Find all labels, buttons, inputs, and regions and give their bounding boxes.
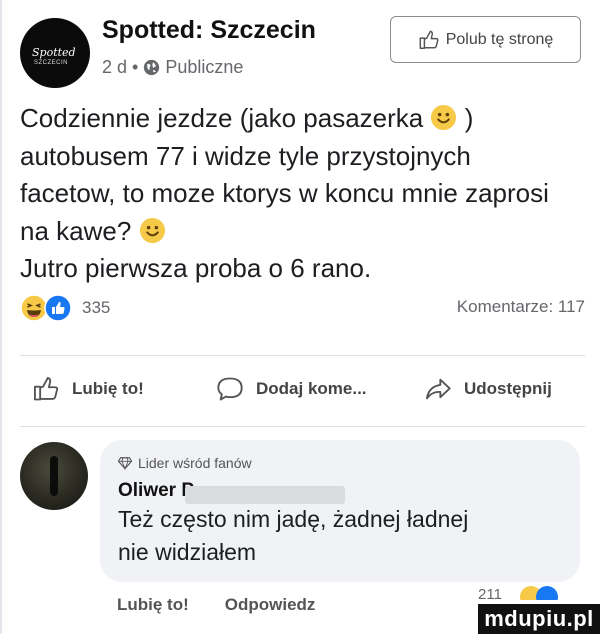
site-watermark: mdupiu.pl (478, 604, 600, 634)
comment-text: Też często nim jadę, żadnej ładnej nie w… (118, 503, 468, 569)
reaction-count: 335 (82, 298, 111, 317)
comment-button[interactable]: Dodaj kome... (216, 375, 367, 403)
action-bar: Lubię to! Dodaj kome... Udostępnij (20, 375, 585, 411)
avatar-logo-sub: SZCZECIN (34, 60, 68, 66)
comment-actions: Lubię to! Odpowiedz (117, 595, 315, 615)
meta-separator: • (132, 57, 139, 77)
post-text: Codziennie jezdze (jako pasazerka ) auto… (20, 100, 585, 288)
comment-reactions[interactable]: 211 (478, 586, 578, 600)
diamond-icon (118, 457, 132, 470)
post-header: Spotted SZCZECIN Spotted: Szczecin 2 d •… (20, 14, 585, 88)
divider (20, 426, 585, 427)
comment-reply-link[interactable]: Odpowiedz (225, 595, 316, 615)
share-label: Udostępnij (464, 379, 552, 398)
comment-like-link[interactable]: Lubię to! (117, 595, 189, 615)
post-audience: Publiczne (165, 57, 244, 77)
thumbs-up-icon (419, 30, 439, 49)
like-reaction-icon (44, 294, 72, 322)
speech-bubble-icon (217, 377, 243, 401)
share-arrow-icon (425, 378, 451, 400)
smile-emoji-icon (431, 104, 457, 131)
reaction-icons (20, 294, 72, 322)
comment-label: Dodaj kome... (256, 379, 367, 398)
avatar-figure (50, 456, 58, 496)
comment-line-2: nie widziałem (118, 539, 257, 565)
like-button[interactable]: Lubię to! (32, 375, 144, 403)
page-name[interactable]: Spotted: Szczecin (102, 16, 316, 45)
comment-author[interactable]: Oliwer Р (118, 480, 194, 502)
like-label: Lubię to! (72, 379, 144, 398)
page-avatar[interactable]: Spotted SZCZECIN (20, 18, 90, 88)
post-line-3: facetow, to moze ktorys w koncu mnie zap… (20, 178, 549, 208)
divider (20, 355, 585, 356)
comment-line-1: Też często nim jadę, żadnej ładnej (118, 506, 469, 532)
post-line-1: Codziennie jezdze (jako pasazerka ) (20, 103, 474, 133)
smile-emoji-icon (139, 217, 165, 243)
author-redaction (185, 486, 345, 504)
post-meta: 2 d • Publiczne (102, 57, 243, 78)
comment-reaction-count: 211 (478, 586, 502, 600)
like-page-label: Polub tę stronę (445, 30, 554, 48)
post-line-4: na kawe? (20, 213, 585, 251)
globe-icon (144, 59, 160, 76)
post-line-2: autobusem 77 i widze tyle przystojnych (20, 140, 471, 171)
avatar-logo-text: Spotted (32, 46, 76, 59)
commenter-avatar[interactable] (20, 442, 88, 510)
comment-count[interactable]: Komentarze: 117 (457, 297, 585, 317)
share-button[interactable]: Udostępnij (424, 375, 552, 403)
post-line-5: Jutro pierwsza proba o 6 rano. (20, 253, 372, 283)
top-fan-label: Lider wśród fanów (138, 455, 252, 471)
left-edge-rule (0, 0, 2, 634)
like-page-button[interactable]: Polub tę stronę (390, 16, 581, 63)
top-fan-badge: Lider wśród fanów (118, 455, 252, 471)
thumbs-up-icon (33, 376, 59, 401)
comment-bubble: Lider wśród fanów Oliwer Р Też często ni… (100, 440, 580, 582)
like-reaction-icon (536, 586, 558, 600)
post-time[interactable]: 2 d (102, 57, 127, 78)
reactions-summary[interactable]: 335 Komentarze: 117 (20, 293, 585, 323)
